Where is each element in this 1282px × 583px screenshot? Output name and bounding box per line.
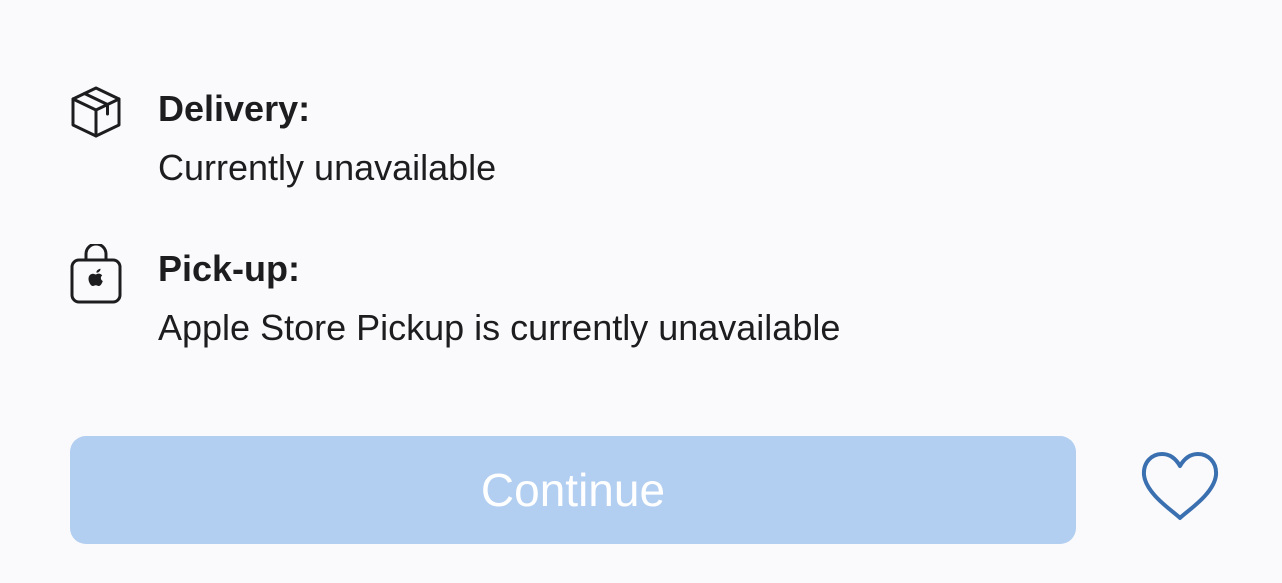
heart-icon [1130, 442, 1230, 532]
favorite-button[interactable] [1130, 442, 1230, 532]
continue-button[interactable]: Continue [70, 436, 1076, 544]
pickup-status: Apple Store Pickup is currently unavaila… [158, 307, 841, 348]
delivery-label: Delivery: [158, 88, 311, 129]
delivery-status: Currently unavailable [158, 147, 497, 188]
package-icon [68, 84, 124, 140]
pickup-option: Pick-up: Apple Store Pickup is currently… [68, 244, 840, 354]
delivery-text: Delivery: Currently unavailable [158, 84, 496, 194]
pickup-text: Pick-up: Apple Store Pickup is currently… [158, 244, 840, 354]
delivery-option: Delivery: Currently unavailable [68, 84, 496, 194]
shopping-bag-apple-icon [68, 244, 124, 304]
pickup-label: Pick-up: [158, 248, 301, 289]
